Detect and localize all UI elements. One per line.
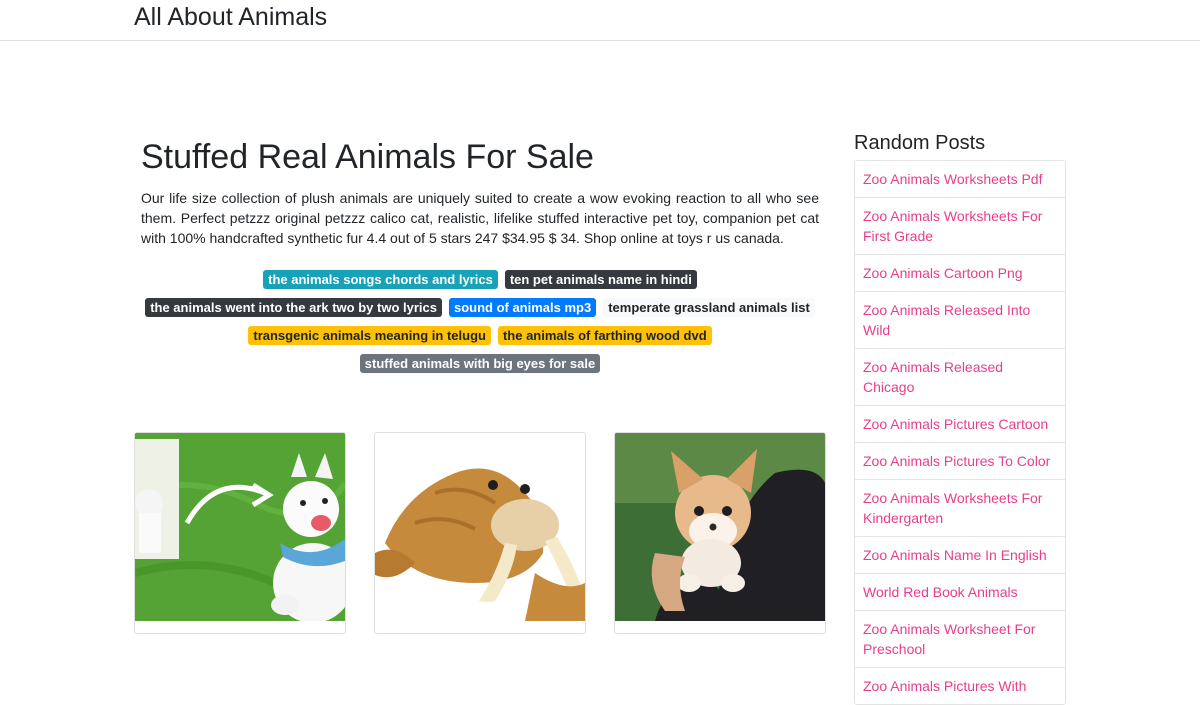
list-item: Zoo Animals Worksheets For First Grade <box>855 197 1065 254</box>
list-item: Zoo Animals Released Chicago <box>855 348 1065 405</box>
random-post-link[interactable]: Zoo Animals Pictures With <box>863 678 1026 694</box>
post-card-fox[interactable] <box>614 432 826 634</box>
list-item: Zoo Animals Pictures Cartoon <box>855 405 1065 442</box>
random-post-link[interactable]: World Red Book Animals <box>863 584 1018 600</box>
random-post-link[interactable]: Zoo Animals Name In English <box>863 547 1047 563</box>
list-item: Zoo Animals Pictures With <box>855 667 1065 704</box>
random-post-link[interactable]: Zoo Animals Released Into Wild <box>863 302 1030 338</box>
random-post-link[interactable]: Zoo Animals Released Chicago <box>863 359 1003 395</box>
random-post-link[interactable]: Zoo Animals Worksheets For Kindergarten <box>863 490 1042 526</box>
list-item: Zoo Animals Worksheets Pdf <box>855 161 1065 197</box>
post-card-walrus[interactable] <box>374 432 586 634</box>
random-post-link[interactable]: Zoo Animals Worksheet For Preschool <box>863 621 1035 657</box>
post-card-dog[interactable] <box>134 432 346 634</box>
list-item: Zoo Animals Name In English <box>855 536 1065 573</box>
random-post-link[interactable]: Zoo Animals Worksheets Pdf <box>863 171 1042 187</box>
list-item: Zoo Animals Released Into Wild <box>855 291 1065 348</box>
tag-link[interactable]: the animals of farthing wood dvd <box>497 325 712 345</box>
fox-plush-image[interactable] <box>615 433 825 621</box>
tag-link[interactable]: the animals songs chords and lyrics <box>263 269 498 289</box>
list-item: World Red Book Animals <box>855 573 1065 610</box>
dog-plush-image[interactable] <box>135 433 345 621</box>
post-description: Our life size collection of plush animal… <box>141 190 819 246</box>
top-navbar: All About Animals <box>0 0 1200 41</box>
sidebar-title: Random Posts <box>854 132 986 154</box>
walrus-plush-image[interactable] <box>375 433 585 621</box>
tag-link[interactable]: the animals went into the ark two by two… <box>145 297 442 317</box>
random-post-link[interactable]: Zoo Animals Pictures Cartoon <box>863 416 1048 432</box>
random-post-link[interactable]: Zoo Animals Pictures To Color <box>863 453 1050 469</box>
random-post-link[interactable]: Zoo Animals Cartoon Png <box>863 265 1023 281</box>
tag-link[interactable]: stuffed animals with big eyes for sale <box>359 353 601 373</box>
tag-link[interactable]: temperate grassland animals list <box>603 297 815 317</box>
tag-link[interactable]: transgenic animals meaning in telugu <box>248 325 491 345</box>
tag-link[interactable]: sound of animals mp3 <box>448 297 597 317</box>
tag-cloud: the animals songs chords and lyrics ten p… <box>141 265 819 377</box>
site-brand-link[interactable]: All About Animals <box>134 2 327 32</box>
tag-link[interactable]: ten pet animals name in hindi <box>504 269 697 289</box>
random-post-link[interactable]: Zoo Animals Worksheets For First Grade <box>863 208 1042 244</box>
list-item: Zoo Animals Worksheet For Preschool <box>855 610 1065 667</box>
list-item: Zoo Animals Worksheets For Kindergarten <box>855 479 1065 536</box>
list-item: Zoo Animals Cartoon Png <box>855 254 1065 291</box>
page-title: Stuffed Real Animals For Sale <box>141 138 594 176</box>
list-item: Zoo Animals Pictures To Color <box>855 442 1065 479</box>
random-posts-list: Zoo Animals Worksheets Pdf Zoo Animals W… <box>854 160 1066 705</box>
